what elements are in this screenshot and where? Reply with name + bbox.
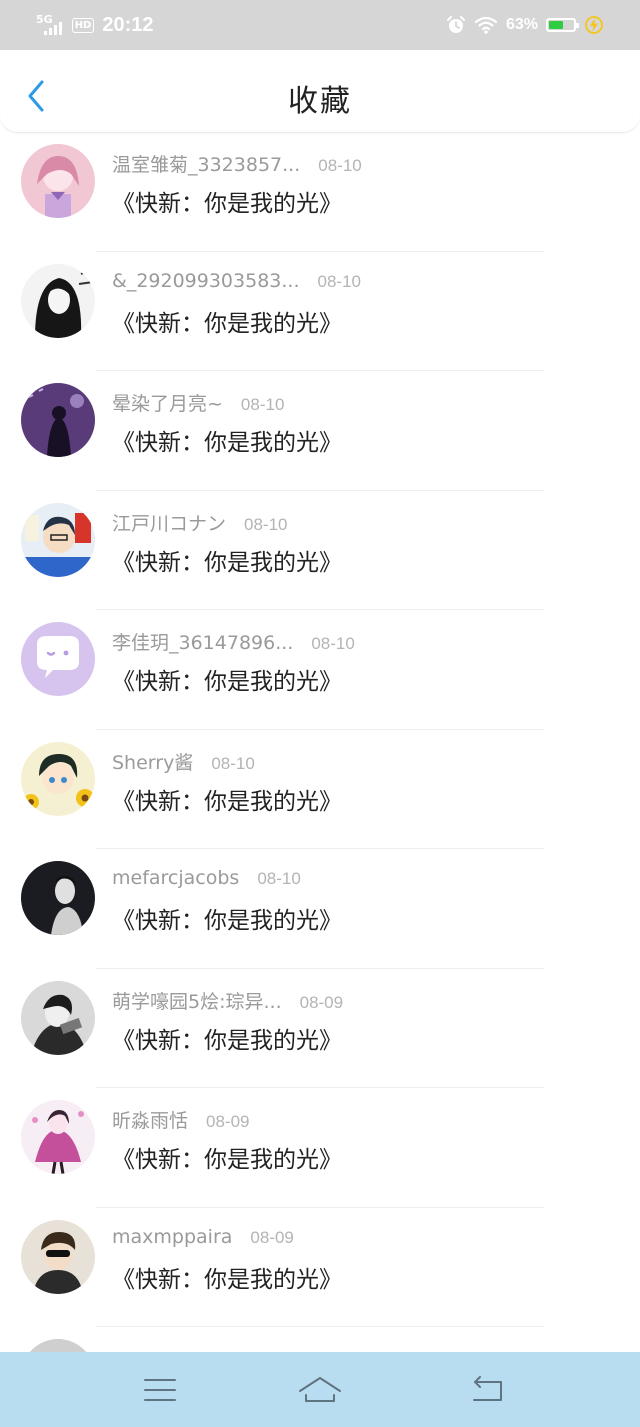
item-date: 08-10 (244, 514, 288, 534)
item-username: maxmppaira (112, 1225, 233, 1248)
item-username: 萌学嚎园5烩:琮异... (112, 990, 282, 1013)
item-title: 《快新：你是我的光》 (112, 1027, 342, 1054)
favorite-item[interactable]: 温室雏菊_3323857... 08-10 《快新：你是我的光》 (0, 132, 640, 252)
favorite-item[interactable]: &_292099303583... 08-10 《快新：你是我的光》 (0, 252, 640, 371)
home-button[interactable] (292, 1370, 348, 1410)
item-title: 《快新：你是我的光》 (112, 908, 342, 934)
home-icon (299, 1377, 341, 1402)
item-title: 《快新：你是我的光》 (112, 1266, 342, 1293)
hd-badge: HD (71, 17, 95, 33)
avatar[interactable] (21, 144, 95, 218)
item-date: 08-09 (299, 992, 344, 1012)
avatar[interactable] (21, 263, 95, 338)
favorite-item[interactable]: mefarcjacobs 08-10 《快新：你是我的光》 (0, 849, 640, 969)
avatar[interactable] (21, 980, 95, 1055)
item-username: &_292099303583... (112, 269, 300, 292)
item-username: 晕染了月亮~ (112, 393, 223, 415)
favorite-item-partial[interactable] (0, 1327, 640, 1352)
item-title: 《快新：你是我的光》 (112, 788, 342, 815)
favorite-item[interactable]: 萌学嚎园5烩:琮异... 08-09 《快新：你是我的光》 (0, 969, 640, 1088)
battery-level (549, 21, 564, 29)
item-meta: 萌学嚎园5烩:琮异... 08-09 (112, 987, 344, 1013)
item-date: 08-10 (240, 395, 285, 414)
item-date: 08-10 (211, 753, 255, 773)
item-username: 李佳玥_36147896... (112, 632, 294, 654)
favorite-item[interactable]: 晕染了月亮~ 08-10 《快新：你是我的光》 (0, 371, 640, 491)
item-meta: maxmppaira 08-09 (112, 1226, 294, 1250)
item-date: 08-10 (318, 156, 362, 175)
app-header: 收藏 (0, 50, 640, 133)
item-meta: &_292099303583... 08-10 (112, 270, 361, 294)
back-nav-button[interactable] (460, 1370, 516, 1410)
back-icon (473, 1376, 502, 1401)
network-type: 5G (36, 12, 53, 26)
item-username: 昕淼雨恬 (112, 1110, 189, 1132)
item-username: 江戸川コナン (112, 512, 227, 535)
alarm-icon (446, 16, 465, 33)
item-meta: 温室雏菊_3323857... 08-10 (112, 150, 362, 176)
item-date: 08-10 (317, 271, 361, 291)
item-meta: 李佳玥_36147896... 08-10 (112, 628, 355, 654)
avatar[interactable] (21, 861, 95, 935)
battery-percent: 63% (505, 16, 538, 33)
status-right: 63% (446, 12, 604, 38)
favorite-item[interactable]: 江戸川コナン 08-10 《快新：你是我的光》 (0, 491, 640, 610)
favorite-item[interactable]: Sherry酱 08-10 《快新：你是我的光》 (0, 730, 640, 849)
favorite-item[interactable]: maxmppaira 08-09 《快新：你是我的光》 (0, 1208, 640, 1327)
wifi-icon (474, 16, 498, 34)
item-title: 《快新：你是我的光》 (112, 191, 342, 217)
item-username: mefarcjacobs (112, 867, 240, 889)
avatar[interactable] (21, 1100, 95, 1174)
item-username: 温室雏菊_3323857... (112, 154, 301, 176)
favorites-list[interactable]: 温室雏菊_3323857... 08-10 《快新：你是我的光》 &_29209930… (0, 132, 640, 1352)
item-date: 08-10 (257, 869, 301, 888)
item-title: 《快新：你是我的光》 (112, 310, 342, 337)
avatar[interactable] (21, 502, 95, 577)
favorite-item[interactable]: 李佳玥_36147896... 08-10 《快新：你是我的光》 (0, 610, 640, 730)
charging-icon (585, 16, 603, 34)
avatar[interactable] (21, 741, 95, 816)
avatar[interactable] (21, 1339, 95, 1352)
item-meta: 江戸川コナン 08-10 (112, 509, 288, 535)
item-username: Sherry酱 (112, 751, 194, 774)
item-title: 《快新：你是我的光》 (112, 549, 342, 576)
avatar[interactable] (21, 1219, 95, 1294)
item-meta: 晕染了月亮~ 08-10 (112, 389, 285, 415)
battery-icon (546, 18, 579, 32)
menu-button[interactable] (132, 1370, 188, 1410)
status-left: 5G HD 20:12 (36, 12, 154, 38)
system-nav-bar (0, 1352, 640, 1427)
item-date: 08-09 (250, 1227, 294, 1247)
favorite-item[interactable]: 昕淼雨恬 08-09 《快新：你是我的光》 (0, 1088, 640, 1208)
avatar[interactable] (21, 383, 95, 457)
clock-time: 20:12 (102, 13, 154, 36)
item-date: 08-10 (311, 634, 355, 653)
item-meta: mefarcjacobs 08-10 (112, 867, 301, 891)
status-bar: 5G HD 20:12 63% (0, 0, 640, 50)
page-title: 收藏 (288, 84, 352, 119)
item-title: 《快新：你是我的光》 (112, 1147, 342, 1173)
item-meta: Sherry酱 08-10 (112, 748, 255, 774)
item-title: 《快新：你是我的光》 (112, 430, 342, 456)
menu-icon (144, 1379, 176, 1401)
item-title: 《快新：你是我的光》 (112, 669, 342, 695)
item-meta: 昕淼雨恬 08-09 (112, 1106, 250, 1132)
item-date: 08-09 (206, 1112, 250, 1131)
avatar[interactable] (21, 622, 95, 696)
